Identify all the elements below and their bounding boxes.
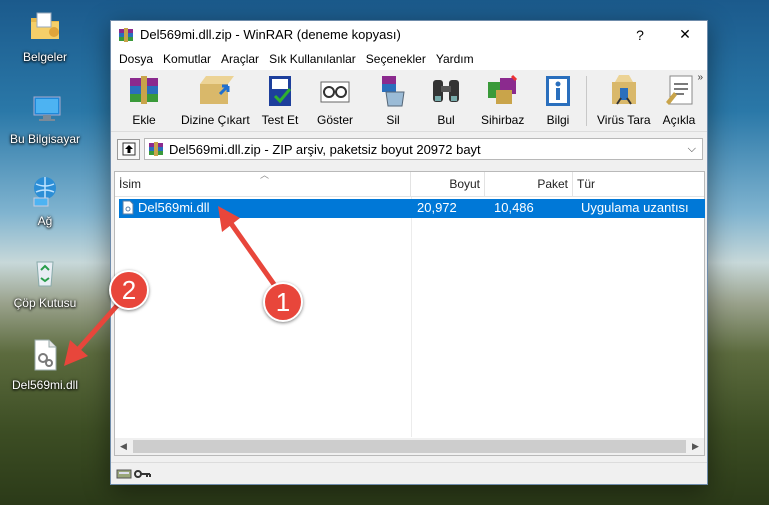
toolbar-view-button[interactable]: Göster [316, 72, 354, 127]
menu-araclar[interactable]: Araçlar [216, 52, 264, 66]
file-list-header: ︿ İsim Boyut Paket Tür [115, 170, 704, 197]
desktop-icon-recycle-bin[interactable]: Çöp Kutusu [0, 256, 90, 310]
toolbar-find-button[interactable]: Bul [427, 72, 465, 127]
up-arrow-icon [122, 142, 135, 156]
archive-icon [149, 142, 163, 156]
wizard-icon [484, 72, 522, 110]
toolbar-label: Bul [437, 113, 455, 127]
chevron-down-icon[interactable]: ⌵ [688, 143, 696, 156]
file-type: Uygulama uzantısı [581, 200, 689, 215]
toolbar-extract-button[interactable]: Dizine Çıkart [181, 72, 250, 127]
horizontal-scrollbar[interactable]: ◀ ▶ [115, 438, 704, 455]
menu-dosya[interactable]: Dosya [114, 52, 158, 66]
help-button[interactable]: ? [617, 21, 663, 48]
file-name: Del569mi.dll [138, 200, 210, 215]
drive-key-icon [116, 469, 151, 478]
toolbar-info-button[interactable]: Bilgi [539, 72, 577, 127]
column-divider [411, 197, 412, 437]
toolbar-label: Göster [316, 113, 353, 127]
toolbar-label: Virüs Tara [597, 113, 651, 127]
window-title: Del569mi.dll.zip - WinRAR (deneme kopyas… [140, 27, 401, 42]
toolbar-label: Test Et [261, 113, 299, 127]
view-icon [316, 72, 354, 110]
comment-icon [660, 72, 698, 110]
desktop-icon-label: Çöp Kutusu [13, 296, 77, 310]
dll-file-icon [28, 338, 62, 372]
toolbar-label: Bilgi [546, 113, 570, 127]
desktop-icon-label: Del569mi.dll [11, 378, 79, 392]
status-bar [111, 462, 707, 484]
scroll-right-icon[interactable]: ▶ [687, 441, 704, 452]
menu-sik-kullanilanlar[interactable]: Sık Kullanılanlar [264, 52, 361, 66]
column-packed[interactable]: Paket [485, 172, 573, 197]
documents-folder-icon [28, 10, 62, 44]
title-bar[interactable]: Del569mi.dll.zip - WinRAR (deneme kopyas… [111, 21, 707, 48]
toolbar-comment-button[interactable]: Açıkla [660, 72, 698, 127]
scroll-left-icon[interactable]: ◀ [115, 441, 132, 452]
toolbar-label: Sil [386, 113, 400, 127]
desktop-icon-network[interactable]: Ağ [0, 174, 90, 228]
archive-path-dropdown[interactable]: Del569mi.dll.zip - ZIP arşiv, paketsiz b… [144, 138, 703, 160]
toolbar-label: Ekle [132, 113, 156, 127]
winrar-app-icon [118, 27, 134, 43]
virus-scan-icon [605, 72, 643, 110]
add-archive-icon [125, 72, 163, 110]
desktop-icon-label: Bu Bilgisayar [9, 132, 81, 146]
toolbar-delete-button[interactable]: Sil [374, 72, 412, 127]
winrar-window: Del569mi.dll.zip - WinRAR (deneme kopyas… [110, 20, 708, 485]
find-icon [427, 72, 465, 110]
toolbar-wizard-button[interactable]: Sihirbaz [481, 72, 524, 127]
menu-bar: Dosya Komutlar Araçlar Sık Kullanılanlar… [111, 48, 707, 70]
file-list: ︿ İsim Boyut Paket Tür Del569mi.dll 20,9… [114, 170, 705, 456]
recycle-bin-icon [28, 256, 62, 290]
info-icon [539, 72, 577, 110]
toolbar-overflow-chevron[interactable]: » [697, 72, 703, 83]
dll-file-icon [122, 200, 134, 218]
computer-icon [28, 92, 62, 126]
step-2-badge: 2 [109, 270, 149, 310]
delete-icon [374, 72, 412, 110]
desktop-icon-label: Belgeler [22, 50, 68, 64]
toolbar: Ekle Dizine Çıkart Test Et Göster Sil Bu… [111, 70, 707, 132]
desktop-icon-dll-file[interactable]: Del569mi.dll [0, 338, 90, 392]
desktop-icon-this-pc[interactable]: Bu Bilgisayar [0, 92, 90, 146]
menu-komutlar[interactable]: Komutlar [158, 52, 216, 66]
menu-yardim[interactable]: Yardım [431, 52, 479, 66]
up-folder-button[interactable] [117, 138, 140, 160]
file-size: 20,972 [417, 200, 457, 215]
toolbar-virus-scan-button[interactable]: Virüs Tara [597, 72, 651, 127]
network-icon [28, 174, 62, 208]
toolbar-test-button[interactable]: Test Et [261, 72, 299, 127]
toolbar-add-button[interactable]: Ekle [125, 72, 163, 127]
extract-to-icon [196, 72, 235, 110]
toolbar-label: Açıkla [662, 113, 696, 127]
toolbar-label: Sihirbaz [481, 113, 525, 127]
toolbar-label: Dizine Çıkart [181, 113, 250, 127]
desktop-icon-documents[interactable]: Belgeler [0, 10, 90, 64]
column-type[interactable]: Tür [573, 172, 704, 197]
archive-path-text: Del569mi.dll.zip - ZIP arşiv, paketsiz b… [169, 141, 481, 157]
sort-caret-icon: ︿ [260, 170, 270, 180]
column-size[interactable]: Boyut [411, 172, 485, 197]
step-1-badge: 1 [263, 282, 303, 322]
file-packed-size: 10,486 [494, 200, 534, 215]
desktop-icon-label: Ağ [37, 214, 53, 228]
scrollbar-thumb[interactable] [133, 440, 686, 453]
menu-secenekler[interactable]: Seçenekler [361, 52, 431, 66]
close-button[interactable]: ✕ [662, 21, 708, 48]
address-bar: Del569mi.dll.zip - ZIP arşiv, paketsiz b… [111, 136, 707, 162]
test-icon [261, 72, 299, 110]
file-row-selected[interactable]: Del569mi.dll 20,972 10,486 Uygulama uzan… [119, 199, 705, 218]
toolbar-separator [586, 76, 587, 126]
